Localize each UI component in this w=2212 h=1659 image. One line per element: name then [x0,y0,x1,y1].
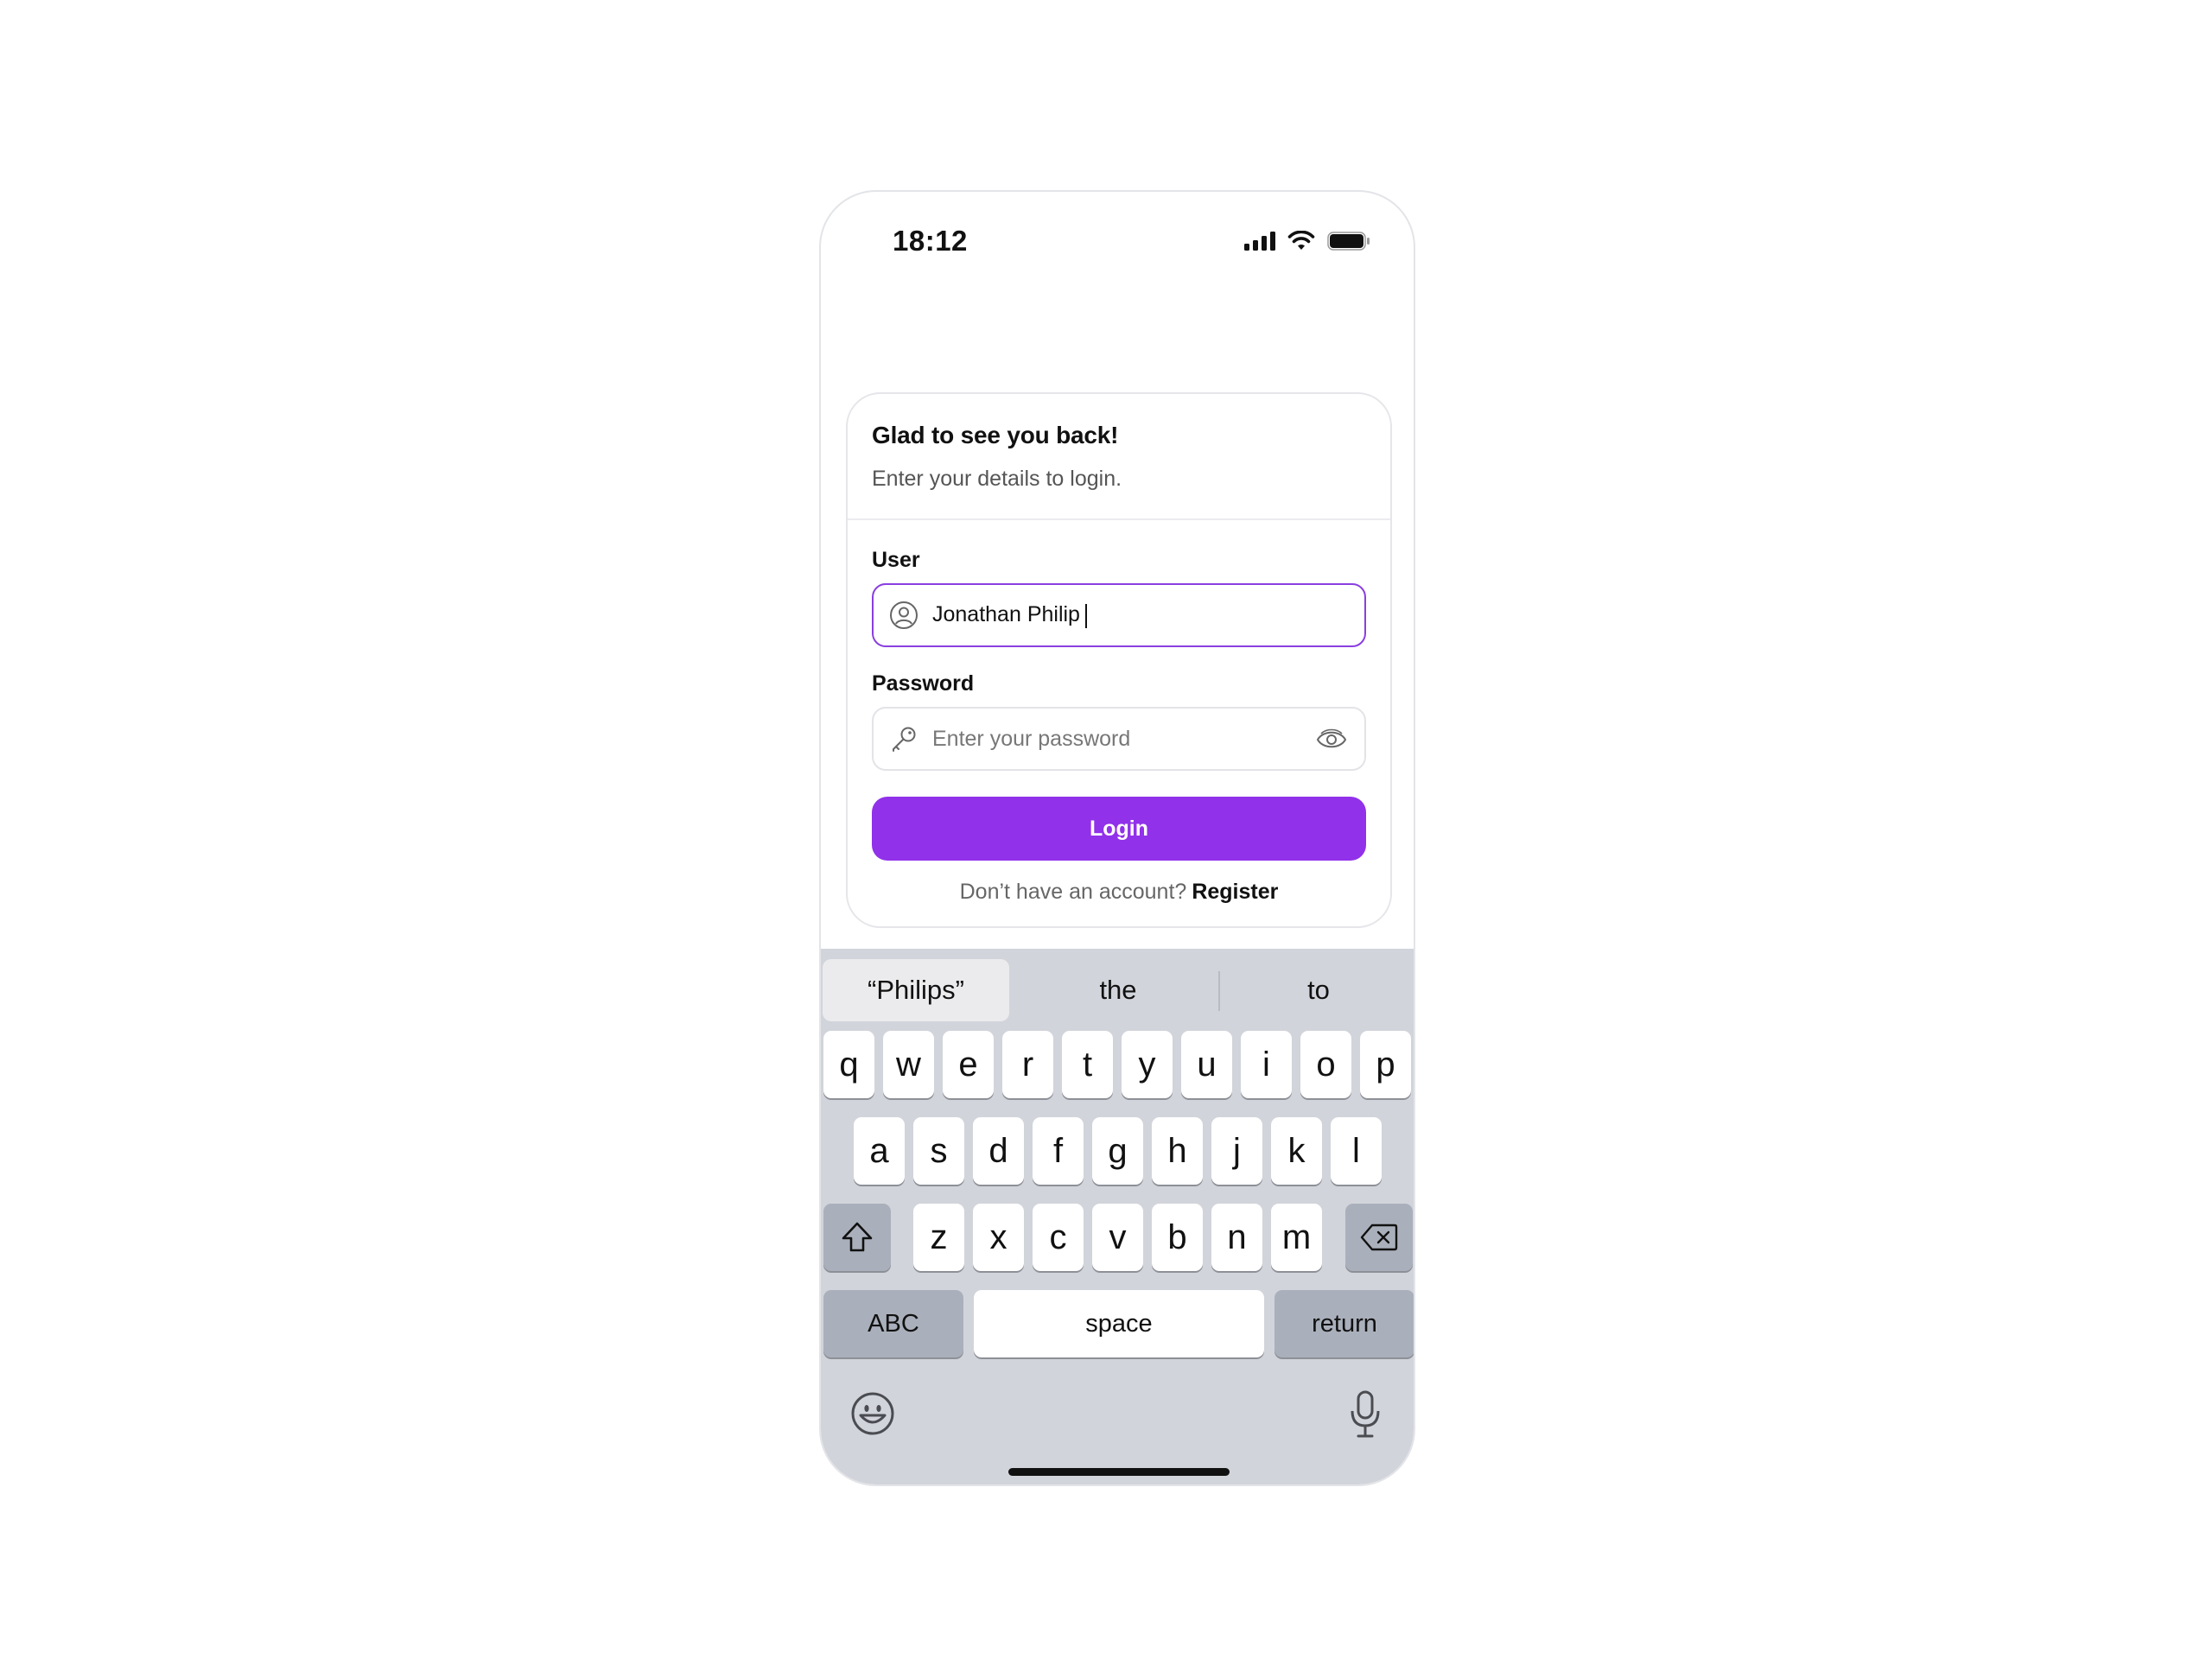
microphone-icon [1351,1390,1380,1438]
key-m[interactable]: m [1271,1204,1322,1271]
dictation-button[interactable] [1348,1389,1382,1444]
key-e[interactable]: e [943,1031,994,1098]
key-t[interactable]: t [1062,1031,1113,1098]
backspace-key[interactable] [1345,1204,1413,1271]
battery-icon [1327,232,1370,251]
key-f[interactable]: f [1033,1117,1084,1185]
key-x[interactable]: x [973,1204,1024,1271]
key-a[interactable]: a [854,1117,905,1185]
eye-icon[interactable] [1316,726,1347,753]
key-l[interactable]: l [1331,1117,1382,1185]
status-bar: 18:12 [821,192,1414,296]
backspace-icon [1360,1224,1398,1251]
key-i[interactable]: i [1241,1031,1292,1098]
suggestion-to[interactable]: to [1220,959,1414,1021]
key-u[interactable]: u [1181,1031,1232,1098]
key-q[interactable]: q [823,1031,874,1098]
key-w[interactable]: w [883,1031,934,1098]
suggestion-bar: “Philips” the to [821,959,1414,1021]
suggestion-the[interactable]: the [1020,959,1217,1021]
password-input[interactable]: Enter your password [872,707,1366,771]
suggestion-philips[interactable]: “Philips” [823,959,1009,1021]
register-line: Don’t have an account? Register [872,880,1366,905]
home-indicator [1008,1468,1230,1476]
key-p[interactable]: p [1360,1031,1411,1098]
status-time: 18:12 [893,225,968,257]
user-circle-icon [889,601,918,630]
key-y[interactable]: y [1122,1031,1173,1098]
register-prompt: Don’t have an account? [959,880,1187,904]
text-caret [1084,603,1087,628]
shift-icon [842,1222,873,1252]
login-card: Glad to see you back! Enter your details… [846,392,1392,928]
wifi-icon [1287,231,1315,250]
password-label: Password [872,671,975,696]
status-icons [1244,231,1370,251]
key-h[interactable]: h [1152,1117,1203,1185]
login-button[interactable]: Login [872,797,1366,861]
key-g[interactable]: g [1092,1117,1143,1185]
user-input-value: Jonathan Philip [932,602,1087,628]
key-r[interactable]: r [1002,1031,1053,1098]
user-label: User [872,548,920,572]
emoji-icon [851,1392,894,1435]
key-k[interactable]: k [1271,1117,1322,1185]
key-icon [889,724,918,753]
key-d[interactable]: d [973,1117,1024,1185]
password-placeholder: Enter your password [932,726,1131,751]
key-b[interactable]: b [1152,1204,1203,1271]
key-s[interactable]: s [913,1117,964,1185]
card-body: User Jonathan Philip Password Enter your… [848,520,1390,905]
emoji-button[interactable] [850,1391,895,1440]
return-key[interactable]: return [1274,1290,1414,1357]
keyboard: “Philips” the to q w e r t y u i o p a s… [821,949,1414,1484]
card-subtitle: Enter your details to login. [872,467,1122,491]
shift-key[interactable] [823,1204,891,1271]
card-title: Glad to see you back! [872,422,1119,448]
space-key[interactable]: space [974,1290,1264,1357]
key-z[interactable]: z [913,1204,964,1271]
key-o[interactable]: o [1300,1031,1351,1098]
abc-key[interactable]: ABC [823,1290,963,1357]
phone-frame: 18:12 Glad to see you back! Enter your d… [819,190,1415,1486]
user-input[interactable]: Jonathan Philip [872,583,1366,647]
key-c[interactable]: c [1033,1204,1084,1271]
key-n[interactable]: n [1211,1204,1262,1271]
cellular-signal-icon [1244,232,1275,251]
key-j[interactable]: j [1211,1117,1262,1185]
key-v[interactable]: v [1092,1204,1143,1271]
card-header: Glad to see you back! Enter your details… [848,394,1390,520]
register-link[interactable]: Register [1192,880,1278,904]
